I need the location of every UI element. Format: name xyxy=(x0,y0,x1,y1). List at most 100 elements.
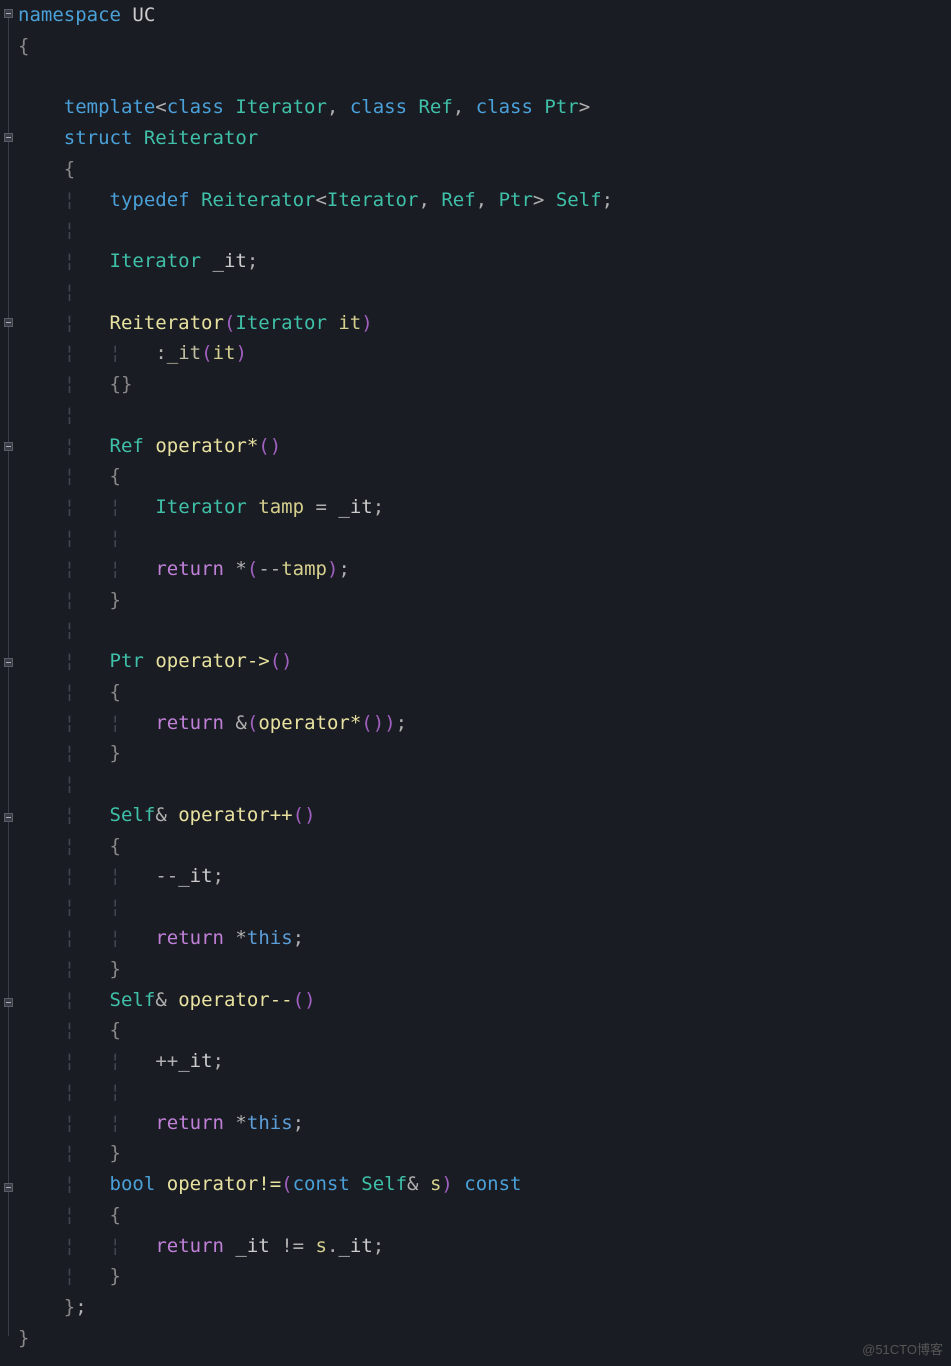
paren-open: ( xyxy=(281,1173,292,1195)
fold-icon[interactable] xyxy=(4,318,13,327)
code-content[interactable]: namespace UC { template<class Iterator, … xyxy=(18,0,951,1366)
paren-open: ( xyxy=(247,558,258,580)
var-it: _it xyxy=(178,1050,212,1072)
brace-close: } xyxy=(110,742,121,764)
paren-close: ) xyxy=(384,712,395,734)
semicolon: ; xyxy=(293,927,304,949)
paren-open: ( xyxy=(201,342,212,364)
brace-open: { xyxy=(110,1019,121,1041)
brace-close: } xyxy=(121,373,132,395)
paren-open: ( xyxy=(247,712,258,734)
keyword-this: this xyxy=(247,927,293,949)
keyword-class: class xyxy=(350,96,407,118)
paren-close: ) xyxy=(270,435,281,457)
ampersand: & xyxy=(235,712,246,734)
return-type-self: Self xyxy=(110,804,156,826)
keyword-return: return xyxy=(155,1235,224,1257)
type-ref: Ref xyxy=(441,189,475,211)
type-iterator: Iterator xyxy=(235,312,327,334)
var-it: _it xyxy=(235,1235,269,1257)
var-it: _it xyxy=(178,865,212,887)
member-it: _it xyxy=(338,1235,372,1257)
comma: , xyxy=(453,96,464,118)
keyword-template: template xyxy=(64,96,156,118)
return-type-bool: bool xyxy=(110,1173,156,1195)
param-s: s xyxy=(430,1173,441,1195)
type-iterator: Iterator xyxy=(235,96,327,118)
semicolon: ; xyxy=(213,1050,224,1072)
init-member: _it xyxy=(167,342,201,364)
semicolon: ; xyxy=(373,1235,384,1257)
brace-close: } xyxy=(110,589,121,611)
comma: , xyxy=(476,189,487,211)
brace-open: { xyxy=(64,158,75,180)
semicolon: ; xyxy=(247,250,258,272)
keyword-return: return xyxy=(155,712,224,734)
semicolon: ; xyxy=(293,1112,304,1134)
fold-gutter xyxy=(0,0,18,1366)
ampersand: & xyxy=(155,989,166,1011)
code-editor: namespace UC { template<class Iterator, … xyxy=(0,0,951,1366)
keyword-class: class xyxy=(476,96,533,118)
keyword-typedef: typedef xyxy=(110,189,190,211)
paren-close: ) xyxy=(281,650,292,672)
keyword-struct: struct xyxy=(64,127,133,149)
namespace-name: UC xyxy=(132,4,155,26)
paren-open: ( xyxy=(224,312,235,334)
fold-icon[interactable] xyxy=(4,9,13,18)
keyword-class: class xyxy=(167,96,224,118)
brace-open: { xyxy=(110,835,121,857)
constructor-name: Reiterator xyxy=(110,312,224,334)
type-ref: Ref xyxy=(418,96,452,118)
type-self: Self xyxy=(361,1173,407,1195)
return-type-ref: Ref xyxy=(110,435,144,457)
return-type-self: Self xyxy=(110,989,156,1011)
var-tamp: tamp xyxy=(281,558,327,580)
keyword-namespace: namespace xyxy=(18,4,121,26)
semicolon: ; xyxy=(602,189,613,211)
brace-open: { xyxy=(110,373,121,395)
type-ptr: Ptr xyxy=(499,189,533,211)
brace-close: } xyxy=(110,1265,121,1287)
type-iterator: Iterator xyxy=(155,496,247,518)
fold-icon[interactable] xyxy=(4,442,13,451)
brace-open: { xyxy=(110,465,121,487)
semicolon: ; xyxy=(213,865,224,887)
return-type-ptr: Ptr xyxy=(110,650,144,672)
paren-close: ) xyxy=(441,1173,452,1195)
keyword-return: return xyxy=(155,1112,224,1134)
fold-icon[interactable] xyxy=(4,813,13,822)
angle-open: < xyxy=(155,96,166,118)
paren-close: ) xyxy=(327,558,338,580)
equals: = xyxy=(316,496,327,518)
comma: , xyxy=(418,189,429,211)
operator-star: operator* xyxy=(155,435,258,457)
keyword-return: return xyxy=(155,927,224,949)
paren-close: ) xyxy=(373,712,384,734)
operator-star-call: operator* xyxy=(258,712,361,734)
struct-name: Reiterator xyxy=(144,127,258,149)
not-equal-op: != xyxy=(281,1235,304,1257)
semicolon: ; xyxy=(396,712,407,734)
paren-close: ) xyxy=(361,312,372,334)
paren-close: ) xyxy=(304,804,315,826)
fold-icon[interactable] xyxy=(4,658,13,667)
colon: : xyxy=(155,342,166,364)
type-self: Self xyxy=(556,189,602,211)
fold-icon[interactable] xyxy=(4,998,13,1007)
init-arg: it xyxy=(213,342,236,364)
keyword-this: this xyxy=(247,1112,293,1134)
paren-open: ( xyxy=(293,989,304,1011)
var-tamp: tamp xyxy=(258,496,304,518)
ampersand: & xyxy=(155,804,166,826)
type-iterator: Iterator xyxy=(110,250,202,272)
paren-open: ( xyxy=(361,712,372,734)
brace-close: } xyxy=(64,1296,75,1318)
brace-open: { xyxy=(18,35,29,57)
paren-open: ( xyxy=(258,435,269,457)
paren-open: ( xyxy=(270,650,281,672)
operator-not-equal: operator!= xyxy=(167,1173,281,1195)
brace-close: } xyxy=(110,1142,121,1164)
fold-icon[interactable] xyxy=(4,1183,13,1192)
fold-icon[interactable] xyxy=(4,133,13,142)
